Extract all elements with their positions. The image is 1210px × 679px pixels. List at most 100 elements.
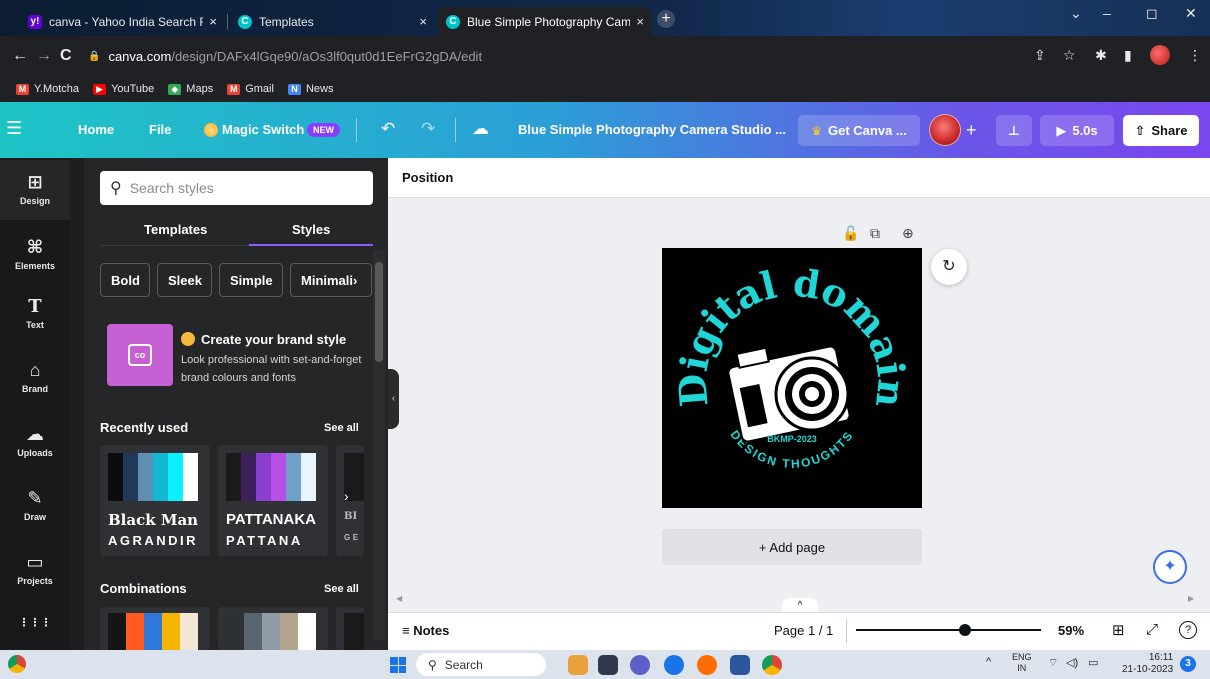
combination-card[interactable] [336, 607, 364, 650]
taskbar-app-icon[interactable] [598, 655, 618, 675]
fullscreen-icon[interactable]: ⤢ [1146, 621, 1158, 638]
tab-templates[interactable]: C Templates × [230, 7, 435, 36]
browser-menu-icon[interactable]: ⋮ [1188, 47, 1202, 64]
page-indicator[interactable]: Page 1 / 1 [774, 623, 833, 638]
side-panel-icon[interactable]: ▮ [1124, 47, 1132, 64]
add-page-icon[interactable]: ⊕ [902, 225, 914, 242]
style-card-partial[interactable]: BI GE [336, 445, 364, 556]
rail-item-design[interactable]: ⊞ Design [0, 160, 70, 220]
tab-styles-panel[interactable]: Styles [292, 222, 330, 237]
rail-item-projects[interactable]: ▭ Projects [0, 546, 70, 606]
scroll-left-icon[interactable]: ◀ [396, 594, 402, 603]
invite-plus-icon[interactable]: + [966, 120, 977, 141]
bookmark-ymotcha[interactable]: M Y.Motcha [16, 83, 79, 95]
back-icon[interactable]: ← [12, 47, 28, 65]
wifi-icon[interactable]: ⌔ [1048, 656, 1058, 670]
taskbar-app-icon[interactable] [630, 655, 650, 675]
see-all-combinations-link[interactable]: See all [324, 583, 359, 595]
bookmark-maps[interactable]: ◆ Maps [168, 83, 213, 95]
design-title[interactable]: Blue Simple Photography Camera Studio ..… [518, 122, 786, 137]
user-avatar[interactable] [929, 114, 961, 146]
battery-icon[interactable]: ▭ [1088, 656, 1098, 669]
combination-card[interactable] [100, 607, 210, 650]
duplicate-page-icon[interactable]: ⧉ [870, 225, 880, 242]
rail-item-elements[interactable]: ⌘ Elements [0, 225, 70, 285]
tray-chevron-icon[interactable]: ^ [986, 656, 991, 668]
bookmark-news[interactable]: N News [287, 83, 333, 95]
bookmark-youtube[interactable]: ▶ YouTube [93, 83, 154, 95]
chrome-weather-icon[interactable] [8, 655, 26, 673]
magic-switch-button[interactable]: Magic Switch [222, 122, 304, 137]
volume-icon[interactable]: ◁) [1066, 656, 1078, 669]
forward-icon[interactable]: → [36, 47, 52, 65]
tab-list-chevron-icon[interactable]: ⌄ [1070, 5, 1082, 22]
regenerate-icon[interactable]: ↻ [931, 249, 967, 285]
rail-item-uploads[interactable]: ☁ Uploads [0, 418, 70, 478]
search-styles-input[interactable]: ⚲ Search styles [100, 171, 373, 205]
tab-close-icon[interactable]: × [419, 14, 427, 29]
collapse-panel-button[interactable]: ‹ [388, 369, 399, 429]
firefox-icon[interactable] [697, 655, 717, 675]
close-window-icon[interactable]: ✕ [1185, 5, 1197, 22]
restore-icon[interactable]: ◻ [1146, 5, 1158, 22]
zoom-slider[interactable] [856, 629, 1041, 631]
notification-badge[interactable]: 3 [1180, 656, 1196, 672]
carousel-next-icon[interactable]: › [344, 488, 349, 504]
design-page[interactable]: Digital domain DESIGN THOUGHTS BKMP-2023 [662, 248, 922, 508]
chip-bold[interactable]: Bold [100, 263, 150, 297]
style-card-pattanaka[interactable]: PATTANAKA PATTANA [218, 445, 328, 556]
file-menu-button[interactable]: File [149, 122, 171, 137]
url-bar[interactable]: 🔒 canva.com /design/DAFx4lGqe90/aOs3lf0q… [78, 41, 1038, 71]
chip-sleek[interactable]: Sleek [157, 263, 212, 297]
minimize-icon[interactable]: – [1103, 5, 1111, 21]
brand-kit-thumbnail[interactable]: co [107, 324, 173, 386]
rail-item-brand[interactable]: ⌂ Brand [0, 354, 70, 414]
position-button[interactable]: Position [402, 170, 453, 185]
taskbar-app-icon[interactable] [568, 655, 588, 675]
see-all-recent-link[interactable]: See all [324, 422, 359, 434]
rail-item-apps[interactable]: ⋮⋮⋮ [0, 612, 70, 648]
insights-button[interactable]: ⊥ [996, 115, 1032, 146]
chrome-icon[interactable] [762, 655, 782, 675]
extensions-icon[interactable]: ✱ [1095, 47, 1107, 64]
share-page-icon[interactable]: ⇪ [1034, 47, 1046, 64]
tab-yahoo-search[interactable]: y! canva - Yahoo India Search Resu × [20, 7, 225, 36]
rail-scrollbar[interactable] [70, 158, 84, 650]
reload-icon[interactable]: C [60, 47, 72, 65]
taskbar-search[interactable]: ⚲ Search [416, 653, 546, 676]
style-card-black-man[interactable]: Black Man AGRANDIR [100, 445, 210, 556]
cloud-saved-icon[interactable]: ☁ [472, 119, 489, 139]
home-button[interactable]: Home [78, 122, 114, 137]
combination-card[interactable] [218, 607, 328, 650]
chip-simple[interactable]: Simple [219, 263, 283, 297]
undo-icon[interactable]: ↶ [381, 119, 395, 139]
clock[interactable]: 16:11 21-10-2023 [1122, 652, 1173, 676]
rail-item-draw[interactable]: ✎ Draw [0, 482, 70, 542]
grid-view-icon[interactable]: ⊞ [1112, 621, 1125, 639]
scroll-right-icon[interactable]: ▶ [1188, 594, 1194, 603]
chip-minimalist[interactable]: Minimali › [290, 263, 372, 297]
help-icon[interactable]: ? [1179, 621, 1197, 639]
bookmark-star-icon[interactable]: ☆ [1063, 47, 1076, 64]
tab-blue-simple-photography[interactable]: C Blue Simple Photography Camer × [438, 7, 652, 36]
zoom-slider-handle[interactable] [959, 624, 972, 636]
present-button[interactable]: ▶ 5.0s [1040, 115, 1114, 146]
word-icon[interactable] [730, 655, 750, 675]
tab-close-icon[interactable]: × [636, 14, 644, 29]
browser-profile-avatar[interactable] [1150, 45, 1170, 65]
share-button[interactable]: ⇧ Share [1123, 115, 1199, 146]
panel-scrollbar[interactable] [373, 250, 385, 640]
magic-sparkle-icon[interactable]: ✦ [1153, 550, 1187, 584]
edge-icon[interactable] [664, 655, 684, 675]
rail-item-text[interactable]: T Text [0, 290, 70, 350]
tab-close-icon[interactable]: × [209, 14, 217, 29]
new-tab-button[interactable]: + [657, 10, 675, 28]
hamburger-menu-icon[interactable]: ☰ [6, 118, 22, 139]
add-page-button[interactable]: + Add page [662, 529, 922, 565]
bookmark-gmail[interactable]: M Gmail [227, 83, 274, 95]
windows-start-icon[interactable] [390, 657, 406, 673]
zoom-percentage[interactable]: 59% [1058, 623, 1084, 638]
scrollbar-thumb[interactable] [375, 262, 383, 362]
language-indicator[interactable]: ENG IN [1012, 652, 1032, 674]
tab-templates-panel[interactable]: Templates [144, 222, 207, 237]
